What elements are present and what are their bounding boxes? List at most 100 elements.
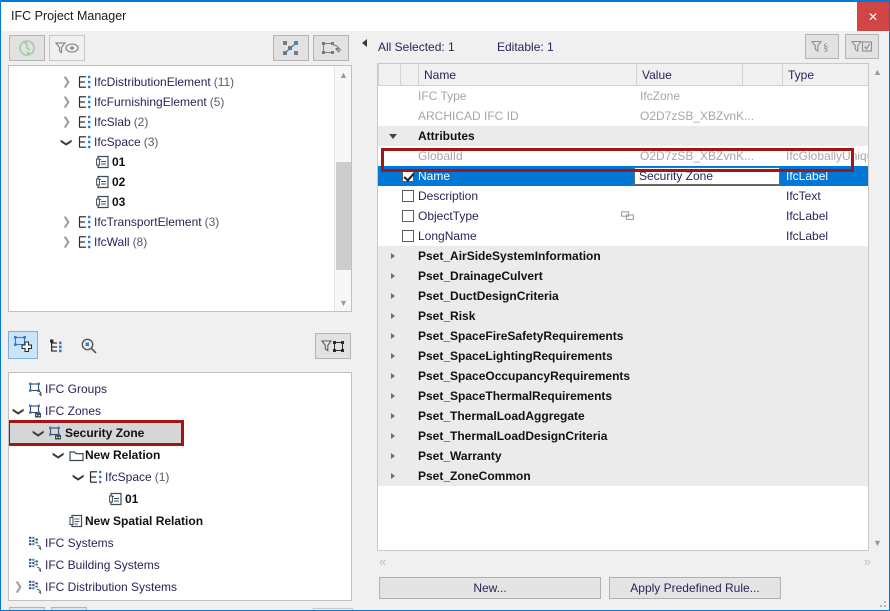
pset-row[interactable]: Pset_SpaceLightingRequirements — [378, 346, 868, 366]
chevron-down-icon[interactable] — [388, 126, 398, 146]
filter-property-icon[interactable]: § — [805, 34, 839, 59]
chevron-right-icon[interactable] — [388, 346, 398, 366]
scroll-up-icon[interactable]: ▲ — [869, 63, 886, 80]
zone-tree-item-ifc-groups[interactable]: IFC Groups — [9, 378, 351, 400]
tree-item-ifcdistributionelement[interactable]: ❯IfcDistributionElement(11) — [9, 72, 333, 92]
tree-item-ifcfurnishingelement[interactable]: ❯IfcFurnishingElement(5) — [9, 92, 333, 112]
attribute-checkbox[interactable] — [402, 170, 414, 182]
pset-row[interactable]: Pset_DrainageCulvert — [378, 266, 868, 286]
attribute-row[interactable]: ObjectTypeIfcLabel — [378, 206, 868, 226]
pset-row[interactable]: Pset_AirSideSystemInformation — [378, 246, 868, 266]
apply-predefined-rule-button[interactable]: Apply Predefined Rule... — [609, 577, 781, 599]
chevron-right-icon[interactable] — [388, 266, 398, 286]
filter-elements-icon[interactable] — [315, 333, 351, 359]
pset-row[interactable]: Pset_ThermalLoadDesignCriteria — [378, 426, 868, 446]
zone-tree-item-new-spatial-relation[interactable]: New Spatial Relation — [9, 510, 351, 532]
link-icon[interactable] — [621, 211, 637, 221]
tree-item-02[interactable]: 02 — [9, 172, 333, 192]
scroll-down-icon[interactable]: ▼ — [869, 534, 886, 551]
column-header-type[interactable]: Type — [782, 64, 868, 86]
attribute-row[interactable]: ARCHICAD IFC IDO2D7zSB_XBZvnK... — [378, 106, 868, 126]
collapse-left-icon[interactable] — [362, 39, 367, 47]
chevron-right-icon[interactable] — [388, 466, 398, 486]
new-item-icon[interactable] — [9, 607, 45, 611]
scroll-thumb[interactable] — [336, 162, 351, 270]
grid-body[interactable]: IFC TypeIfcZoneARCHICAD IFC IDO2D7zSB_XB… — [378, 86, 868, 550]
zone-tree-item-ifc-building-systems[interactable]: IFC Building Systems — [9, 554, 351, 576]
chevron-right-icon[interactable]: ❯ — [13, 582, 24, 593]
filter-checked-icon[interactable] — [845, 34, 879, 59]
zone-tree-item-ifc-zones[interactable]: ❮IFC Zones — [9, 400, 351, 422]
attribute-row[interactable]: DescriptionIfcText — [378, 186, 868, 206]
attributes-scrollbar[interactable]: ▲ ▼ — [869, 63, 886, 551]
chevron-right-icon[interactable] — [388, 426, 398, 446]
filter-visibility-icon[interactable] — [49, 35, 85, 61]
attribute-checkbox[interactable] — [402, 190, 414, 202]
zone-tree-item-ifc-systems[interactable]: IFC Systems — [9, 532, 351, 554]
chevron-down-icon[interactable]: ❮ — [61, 137, 72, 148]
chevron-down-icon[interactable]: ❮ — [53, 450, 64, 461]
refresh-icon[interactable] — [9, 35, 45, 61]
chevron-right-icon[interactable] — [388, 286, 398, 306]
attribute-row[interactable]: IFC TypeIfcZone — [378, 86, 868, 106]
name-value-input[interactable]: Security Zone — [634, 167, 780, 185]
pset-row[interactable]: Pset_SpaceThermalRequirements — [378, 386, 868, 406]
pset-row[interactable]: Pset_ZoneCommon — [378, 466, 868, 486]
chevron-right-icon[interactable] — [388, 406, 398, 426]
resize-grip[interactable] — [877, 598, 887, 608]
chevron-down-icon[interactable]: ❮ — [33, 428, 44, 439]
search-icon[interactable] — [75, 333, 103, 359]
new-button[interactable]: New... — [379, 577, 601, 599]
tree-item-ifcslab[interactable]: ❯IfcSlab(2) — [9, 112, 333, 132]
column-header-value[interactable]: Value — [636, 64, 742, 86]
tree-item-01[interactable]: 01 — [9, 152, 333, 172]
chevron-right-icon[interactable] — [388, 306, 398, 326]
attribute-checkbox[interactable] — [402, 230, 414, 242]
attribute-row[interactable]: NameSecurity ZoneIfcLabel — [378, 166, 868, 186]
zone-tree-item-01[interactable]: 01 — [9, 488, 351, 510]
tree-item-ifcspace[interactable]: ❮IfcSpace(3) — [9, 132, 333, 152]
pset-row[interactable]: Pset_ThermalLoadAggregate — [378, 406, 868, 426]
scroll-up-icon[interactable]: ▲ — [335, 66, 352, 83]
tree-item-ifcwall[interactable]: ❯IfcWall(8) — [9, 232, 333, 252]
pset-row[interactable]: Pset_DuctDesignCriteria — [378, 286, 868, 306]
chevron-right-icon[interactable]: ❯ — [61, 77, 72, 88]
export-selection-icon[interactable] — [313, 35, 349, 61]
chevron-right-icon[interactable] — [388, 386, 398, 406]
zone-tree-item-new-relation[interactable]: ❮New Relation — [9, 444, 351, 466]
zones-tree[interactable]: IFC Groups❮IFC Zones❮Security Zone❮New R… — [9, 378, 351, 598]
attribute-row[interactable]: LongNameIfcLabel — [378, 226, 868, 246]
project-tree[interactable]: ❯IfcDistributionElement(11)❯IfcFurnishin… — [9, 72, 333, 252]
chevron-right-icon[interactable] — [388, 366, 398, 386]
tree-item-03[interactable]: 03 — [9, 192, 333, 212]
pset-row[interactable]: Pset_SpaceFireSafetyRequirements — [378, 326, 868, 346]
chevron-right-icon[interactable]: ❯ — [61, 237, 72, 248]
tree-item-ifctransportelement[interactable]: ❯IfcTransportElement(3) — [9, 212, 333, 232]
project-tree-scrollbar[interactable]: ▲ ▼ — [334, 66, 351, 311]
panel-splitter[interactable] — [359, 31, 373, 611]
chevron-right-icon[interactable]: ❯ — [61, 217, 72, 228]
attribute-row[interactable]: Attributes — [378, 126, 868, 146]
pset-row[interactable]: Pset_Warranty — [378, 446, 868, 466]
chevron-right-icon[interactable] — [388, 326, 398, 346]
select-elements-icon[interactable] — [273, 35, 309, 61]
attribute-checkbox[interactable] — [402, 210, 414, 222]
close-icon[interactable]: ✕ — [857, 2, 889, 31]
column-header-name[interactable]: Name — [418, 64, 636, 86]
zone-tree-item-ifcspace[interactable]: ❮IfcSpace(1) — [9, 466, 351, 488]
chevron-down-icon[interactable]: ❮ — [73, 472, 84, 483]
pset-row[interactable]: Pset_Risk — [378, 306, 868, 326]
attribute-row[interactable]: GlobalIdO2D7zSB_XBZvnK...IfcGloballyUniq… — [378, 146, 868, 166]
delete-icon[interactable] — [51, 607, 87, 611]
chevron-down-icon[interactable]: ❮ — [13, 406, 24, 417]
scroll-down-icon[interactable]: ▼ — [335, 294, 352, 311]
zone-tree-item-security-zone[interactable]: ❮Security Zone — [9, 422, 182, 444]
chevron-right-icon[interactable]: ❯ — [61, 97, 72, 108]
zone-tree-item-ifc-distribution-systems[interactable]: ❯IFC Distribution Systems — [9, 576, 351, 598]
chevron-right-icon[interactable] — [388, 246, 398, 266]
new-ifc-zone-icon[interactable] — [8, 331, 38, 359]
chevron-right-icon[interactable]: ❯ — [61, 117, 72, 128]
tree-list-icon[interactable] — [43, 333, 71, 359]
chevron-right-icon[interactable] — [388, 446, 398, 466]
pset-row[interactable]: Pset_SpaceOccupancyRequirements — [378, 366, 868, 386]
